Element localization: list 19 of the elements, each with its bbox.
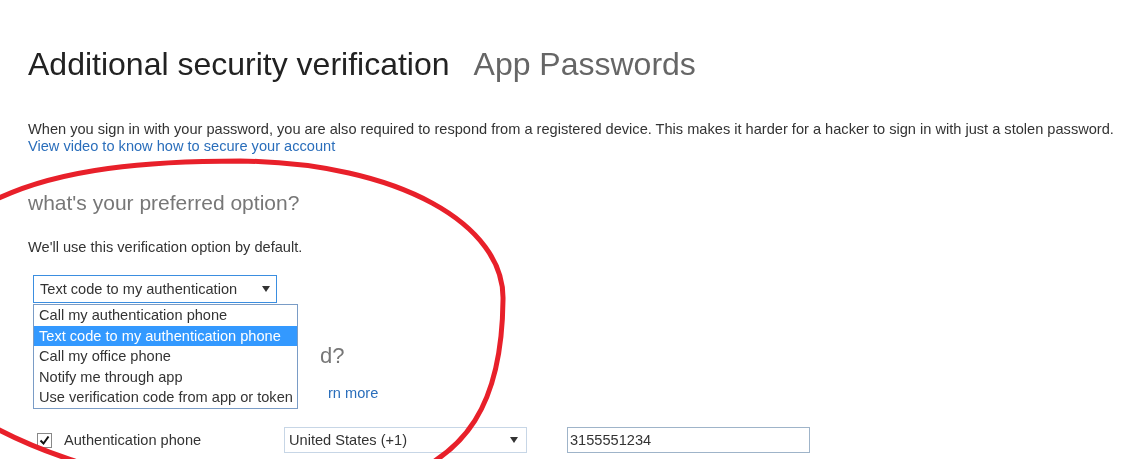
app-passwords-tab[interactable]: App Passwords bbox=[473, 46, 696, 83]
dropdown-option[interactable]: Call my authentication phone bbox=[34, 305, 297, 326]
option-select[interactable]: Text code to my authentication bbox=[33, 275, 277, 303]
heading-fragment: d? bbox=[320, 343, 345, 369]
phone-number-field[interactable]: 3155551234 bbox=[567, 427, 810, 453]
intro-text: When you sign in with your password, you are also required to respond from a registered device. This makes it harder for a hacker to sign in with just a stolen password. bbox=[28, 121, 1115, 137]
dropdown-option[interactable]: Notify me through app bbox=[34, 366, 297, 388]
page-title: Additional security verification bbox=[28, 46, 450, 83]
caret-icon bbox=[262, 286, 270, 292]
caret-icon bbox=[510, 437, 518, 443]
section-heading: what's your preferred option? bbox=[28, 191, 301, 215]
phone-label: Authentication phone bbox=[64, 432, 203, 448]
country-select[interactable]: United States (+1) bbox=[284, 427, 527, 453]
video-link[interactable]: View video to know how to secure your account bbox=[28, 138, 336, 154]
checkbox[interactable] bbox=[37, 432, 52, 448]
dropdown-option[interactable]: Use verification code from app or token bbox=[34, 387, 297, 408]
dropdown-option[interactable]: Call my office phone bbox=[34, 346, 297, 367]
hint-text: We'll use this verification option by default. bbox=[28, 239, 304, 255]
learn-more-link[interactable]: rn more bbox=[328, 385, 379, 401]
